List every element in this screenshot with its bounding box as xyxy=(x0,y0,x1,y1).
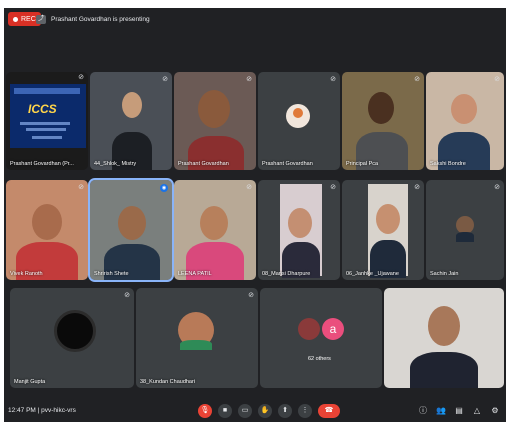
participant-name: Shrirish Shete xyxy=(94,271,129,277)
participant-name: Principal Pca xyxy=(346,161,379,167)
clock: 12:47 PM xyxy=(8,407,36,414)
leave-call-button[interactable]: ☎ xyxy=(318,404,340,418)
mic-off-icon: ⊘ xyxy=(246,184,252,191)
present-button[interactable]: ⬆ xyxy=(278,404,292,418)
participant-name: Prashant Govardhan (Pr... xyxy=(10,161,74,167)
others-count: 62 others xyxy=(308,356,331,362)
mic-off-icon: ⊘ xyxy=(494,184,500,191)
participant-name: Prashant Govardhan xyxy=(262,161,313,167)
participant-name: Manjit Gupta xyxy=(14,379,46,385)
participant-tile[interactable]: ⊘ Prashant Govardhan xyxy=(174,72,256,170)
recording-label: REC xyxy=(21,15,36,23)
present-screen-icon: ⤴ xyxy=(36,14,46,24)
participant-name: Vivek Ranoth xyxy=(10,271,43,277)
mic-off-icon: ⊘ xyxy=(414,184,420,191)
participant-tile[interactable]: ⊘ 06_Janhke _Ujawane xyxy=(342,180,424,280)
mic-off-icon: ⊘ xyxy=(162,76,168,83)
shared-slide: ICCS xyxy=(10,84,86,148)
top-bar: REC ⤴ Prashant Govardhan is presenting xyxy=(4,8,506,30)
people-icon[interactable]: 👥 xyxy=(436,405,446,417)
participant-tile[interactable]: ⊘ 38_Kundan Chaudhari xyxy=(136,288,258,388)
more-options-button[interactable]: ⋮ xyxy=(298,404,312,418)
bottom-bar: 12:47 PM | pvv-hikc-vrs 🎙 ■ ▭ ✋ ⬆ ⋮ ☎ ⓘ … xyxy=(4,402,506,422)
participant-tile-speaking[interactable]: ◉ Shrirish Shete xyxy=(88,178,174,282)
activities-icon[interactable]: △ xyxy=(472,405,482,417)
presenting-banner[interactable]: ⤴ Prashant Govardhan is presenting xyxy=(36,12,150,26)
participant-name: LEENA PATIL xyxy=(178,271,212,277)
participant-name: 06_Janhke _Ujawane xyxy=(346,271,399,277)
chat-icon[interactable]: ▤ xyxy=(454,405,464,417)
participant-name: Sakshi Bondre xyxy=(430,161,466,167)
mic-off-icon: ⊘ xyxy=(246,76,252,83)
participant-tile[interactable]: ⊘ Sachin Jain xyxy=(426,180,504,280)
camera-toggle-button[interactable]: ■ xyxy=(218,404,232,418)
mic-off-icon: ⊘ xyxy=(78,74,84,81)
participant-tile[interactable]: ⊘ Prashant Govardhan xyxy=(258,72,340,170)
captions-button[interactable]: ▭ xyxy=(238,404,252,418)
participant-tile[interactable]: ⊘ 08_Mansi Dharpure xyxy=(258,180,340,280)
speaking-icon: ◉ xyxy=(160,184,168,192)
host-controls-icon[interactable]: ⚙ xyxy=(490,405,500,417)
meeting-info: 12:47 PM | pvv-hikc-vrs xyxy=(8,407,76,414)
participant-tile[interactable]: ⊘ Sakshi Bondre xyxy=(426,72,504,170)
participant-tile-self[interactable] xyxy=(384,288,504,388)
participant-name: 08_Mansi Dharpure xyxy=(262,271,311,277)
mic-off-icon: ⊘ xyxy=(248,292,254,299)
participant-tile[interactable]: ⊘ Manjit Gupta xyxy=(10,288,134,388)
record-dot-icon xyxy=(13,16,18,22)
mic-off-icon: ⊘ xyxy=(78,184,84,191)
avatar xyxy=(54,310,96,352)
mic-toggle-button[interactable]: 🎙 xyxy=(198,404,212,418)
avatar xyxy=(298,318,320,340)
participant-name: Prashant Govardhan xyxy=(178,161,229,167)
participant-tile[interactable]: ⊘ Principal Pca xyxy=(342,72,424,170)
call-controls: 🎙 ■ ▭ ✋ ⬆ ⋮ ☎ xyxy=(198,404,340,418)
participant-tile[interactable]: ⊘ LEENA PATIL xyxy=(174,180,256,280)
mic-off-icon: ⊘ xyxy=(414,76,420,83)
meeting-code: pvv-hikc-vrs xyxy=(41,407,76,414)
mic-off-icon: ⊘ xyxy=(494,76,500,83)
slide-logo: ICCS xyxy=(28,102,57,116)
info-icon[interactable]: ⓘ xyxy=(418,405,428,417)
mic-off-icon: ⊘ xyxy=(330,76,336,83)
meeting-window: REC ⤴ Prashant Govardhan is presenting I… xyxy=(4,8,506,422)
avatar: a xyxy=(322,318,344,340)
participant-name: 38_Kundan Chaudhari xyxy=(140,379,196,385)
participant-tile[interactable]: ⊘ 44_Shlok_ Mistry xyxy=(90,72,172,170)
mic-off-icon: ⊘ xyxy=(330,184,336,191)
mic-off-icon: ⊘ xyxy=(124,292,130,299)
participant-name: Sachin Jain xyxy=(430,271,459,277)
side-controls: ⓘ 👥 ▤ △ ⚙ xyxy=(418,405,500,417)
raise-hand-button[interactable]: ✋ xyxy=(258,404,272,418)
others-tile[interactable]: a 62 others xyxy=(260,288,382,388)
presenting-text: Prashant Govardhan is presenting xyxy=(51,15,150,23)
participant-tile[interactable]: ⊘ Vivek Ranoth xyxy=(6,180,88,280)
participant-tile-presentation[interactable]: ICCS ⊘ Prashant Govardhan (Pr... xyxy=(6,72,88,170)
participant-name: 44_Shlok_ Mistry xyxy=(94,161,137,167)
